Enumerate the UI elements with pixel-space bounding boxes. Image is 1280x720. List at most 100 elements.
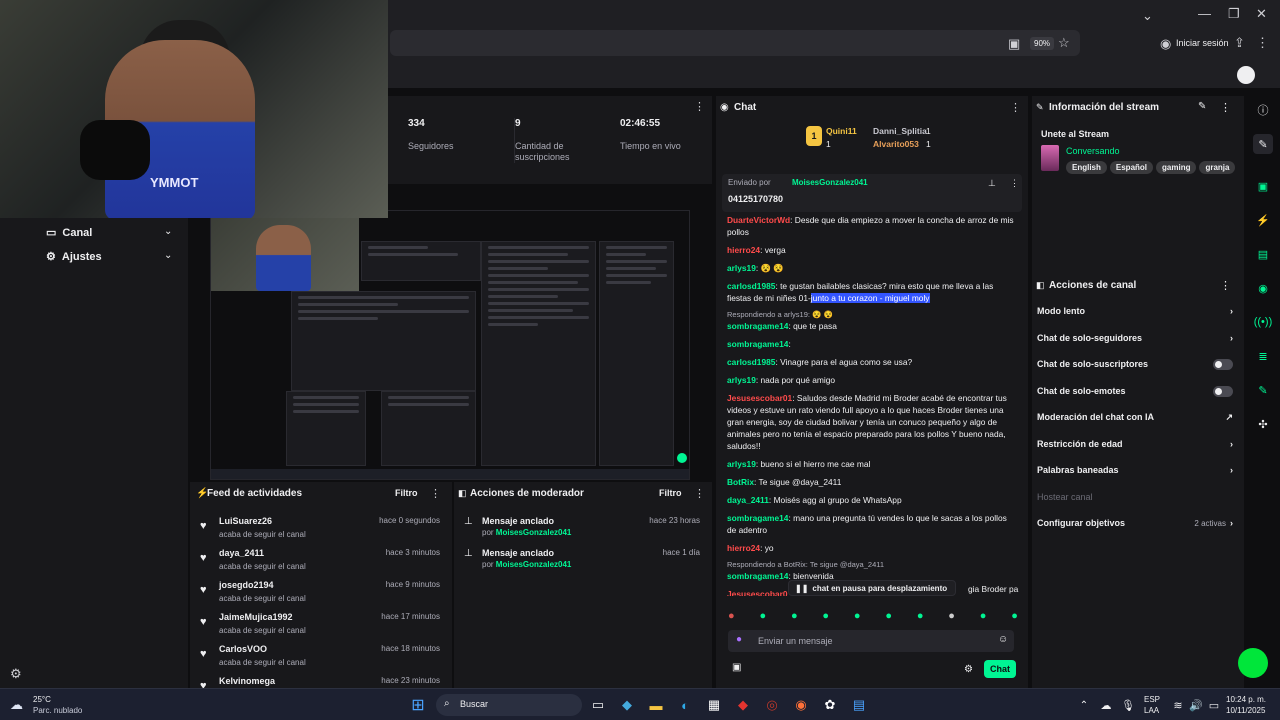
channel-action-control[interactable]	[1213, 385, 1233, 399]
filter-button[interactable]: Filtro	[395, 488, 418, 498]
app-red-icon[interactable]: ◆	[733, 695, 753, 715]
maximize-icon[interactable]: ❐	[1228, 6, 1240, 22]
emote-icon[interactable]: ●	[822, 610, 829, 626]
taskbar-search[interactable]: ⌕ Buscar	[436, 694, 582, 716]
chat-message[interactable]: carlosd1985: te gustan bailables clasica…	[727, 280, 1017, 304]
chat-message[interactable]: DuarteVictorWd: Desde que dia empiezo a …	[727, 214, 1017, 238]
chatgpt-icon[interactable]: ✿	[820, 695, 840, 715]
channel-action-control[interactable]: ↗	[1225, 412, 1233, 423]
channel-action-item[interactable]: Chat de solo-suscriptores	[1037, 359, 1233, 372]
channel-action-item[interactable]: Restricción de edad ›	[1037, 439, 1233, 449]
filter-button[interactable]: Filtro	[659, 488, 682, 498]
feed-item[interactable]: ♥ LuiSuarez26 acaba de seguir el canal hace…	[190, 514, 452, 546]
language-code[interactable]: ESP	[1144, 695, 1160, 704]
chat-message[interactable]: carlosd1985: Vinagre para el agua como s…	[727, 356, 1017, 368]
channel-action-control[interactable]	[1213, 359, 1233, 372]
fullscreen-icon[interactable]: ▣	[1253, 176, 1273, 196]
chat-username[interactable]: arlys19	[727, 459, 756, 469]
extensions-icon[interactable]: ✣	[1253, 414, 1273, 434]
chat-paused-pill[interactable]: ❚❚ chat en pausa para desplazamiento	[788, 580, 956, 596]
edge-icon[interactable]: ◐	[675, 695, 695, 715]
emoji-icon[interactable]: ☺	[998, 634, 1008, 645]
mod-user[interactable]: MoisesGonzalez041	[496, 560, 572, 569]
chat-username[interactable]: hierro24	[727, 543, 760, 553]
info-icon[interactable]: ⓘ	[1253, 100, 1273, 120]
bits-icon[interactable]: ▣	[732, 662, 741, 673]
close-icon[interactable]: ✕	[1256, 6, 1267, 22]
chevron-down-icon[interactable]: ⌄	[1142, 8, 1153, 24]
broadcast-icon[interactable]: ((•))	[1253, 312, 1273, 332]
chat-bubble-icon[interactable]: ◉	[1253, 278, 1273, 298]
chat-message[interactable]: Jesusescobar01: Saludos desde Madrid mi …	[727, 392, 1017, 452]
emote-icon[interactable]: ●	[1011, 610, 1018, 626]
mic-icon[interactable]: ●	[736, 634, 742, 645]
feed-user[interactable]: Kelvinomega	[219, 676, 275, 686]
more-icon[interactable]: ⋮	[1010, 178, 1019, 189]
chat-username[interactable]: sombragame14	[727, 339, 788, 349]
cloud-icon[interactable]: ☁	[1096, 695, 1116, 715]
more-icon[interactable]: ⋮	[1220, 279, 1231, 292]
emote-icon[interactable]: ●	[885, 610, 892, 626]
tag-chip[interactable]: English	[1066, 161, 1107, 174]
chat-username[interactable]: sombragame14	[727, 321, 788, 331]
firefox-icon[interactable]: ◉	[791, 695, 811, 715]
mod-item[interactable]: ⊥ Mensaje anclado por MoisesGonzalez041 hac…	[454, 514, 708, 546]
tag-chip[interactable]: granja	[1199, 161, 1236, 174]
mod-item[interactable]: ⊥ Mensaje anclado por MoisesGonzalez041 hac…	[454, 546, 708, 578]
emote-icon[interactable]: ●	[980, 610, 987, 626]
channel-action-item[interactable]: Moderación del chat con IA ↗	[1037, 412, 1233, 422]
windows-start-icon[interactable]: ⊞	[408, 695, 428, 715]
feed-user[interactable]: josegdo2194	[219, 580, 274, 590]
emote-icon[interactable]: ●	[948, 610, 955, 626]
nav-item-canal[interactable]: ▭ Canal	[46, 226, 92, 240]
channel-action-item[interactable]: Configurar objetivos 2 activas ›	[1037, 518, 1233, 528]
chevron-down-icon[interactable]: ⌄	[164, 250, 172, 261]
pinned-message[interactable]: Enviado por MoisesGonzalez041 0412517078…	[722, 174, 1022, 212]
chat-message[interactable]: arlys19: nada por qué amigo	[727, 374, 1017, 386]
settings-gear-icon[interactable]: ⚙	[10, 666, 22, 682]
notepad-icon[interactable]: ▤	[849, 695, 869, 715]
chat-message[interactable]: arlys19: bueno si el hierro me cae mal	[727, 458, 1017, 470]
signin-button[interactable]: Iniciar sesión	[1176, 38, 1229, 48]
more-icon[interactable]: ⋮	[1256, 35, 1269, 51]
stream-preview[interactable]	[210, 210, 690, 480]
channel-action-control[interactable]: ›	[1230, 306, 1233, 316]
wifi-icon[interactable]: ≋	[1168, 695, 1188, 715]
channel-action-item[interactable]: Modo lento ›	[1037, 306, 1233, 316]
more-icon[interactable]: ⋮	[1010, 101, 1021, 114]
chat-username[interactable]: daya_2411	[727, 495, 769, 505]
edit-icon[interactable]: ✎	[1253, 134, 1273, 154]
channel-action-item[interactable]: Chat de solo-seguidores ›	[1037, 333, 1233, 343]
mod-user[interactable]: MoisesGonzalez041	[496, 528, 572, 537]
share-icon[interactable]: ⇪	[1234, 35, 1245, 51]
chat-username[interactable]: Jesusescobar0	[727, 589, 788, 596]
chat-username[interactable]: sombragame14	[727, 571, 788, 581]
chat-username[interactable]: arlys19	[727, 375, 756, 385]
more-icon[interactable]: ⋮	[430, 487, 441, 500]
feed-user[interactable]: JaimeMujica1992	[219, 612, 293, 622]
toggle-switch[interactable]	[1213, 359, 1233, 370]
tag-chip[interactable]: gaming	[1156, 161, 1197, 174]
channel-action-item[interactable]: Chat de solo-emotes	[1037, 385, 1233, 399]
chat-message[interactable]: hierro24: yo	[727, 542, 1017, 554]
emote-icon[interactable]: ●	[791, 610, 798, 626]
mic-icon[interactable]: 🎙	[1118, 695, 1138, 715]
layers-icon[interactable]: ≣	[1253, 346, 1273, 366]
feed-item[interactable]: ♥ CarlosVOO acaba de seguir el canal hace 1…	[190, 642, 452, 674]
chat-username[interactable]: carlosd1985	[727, 281, 775, 291]
chat-input[interactable]: ● Enviar un mensaje ☺	[728, 630, 1014, 652]
chat-username[interactable]: arlys19	[727, 263, 756, 273]
lightning-icon[interactable]: ⚡	[1253, 210, 1273, 230]
channel-action-control[interactable]: ›	[1230, 465, 1233, 475]
opera-icon[interactable]: ◎	[762, 695, 782, 715]
feed-item[interactable]: ♥ daya_2411 acaba de seguir el canal hace 3…	[190, 546, 452, 578]
feed-item[interactable]: ♥ JaimeMujica1992 acaba de seguir el canal…	[190, 610, 452, 642]
avatar[interactable]	[1237, 66, 1255, 84]
copilot-icon[interactable]: ◆	[617, 695, 637, 715]
folder-icon[interactable]: ▬	[646, 695, 666, 715]
emote-icon[interactable]: ●	[728, 610, 735, 626]
chat-username[interactable]: DuarteVictorWd	[727, 215, 790, 225]
feed-item[interactable]: ♥ Kelvinomega hace 23 minutos	[190, 674, 452, 688]
chat-message[interactable]: hierro24: verga	[727, 244, 1017, 256]
chat-message[interactable]: daya_2411: Moisés agg al grupo de WhatsA…	[727, 494, 1017, 506]
